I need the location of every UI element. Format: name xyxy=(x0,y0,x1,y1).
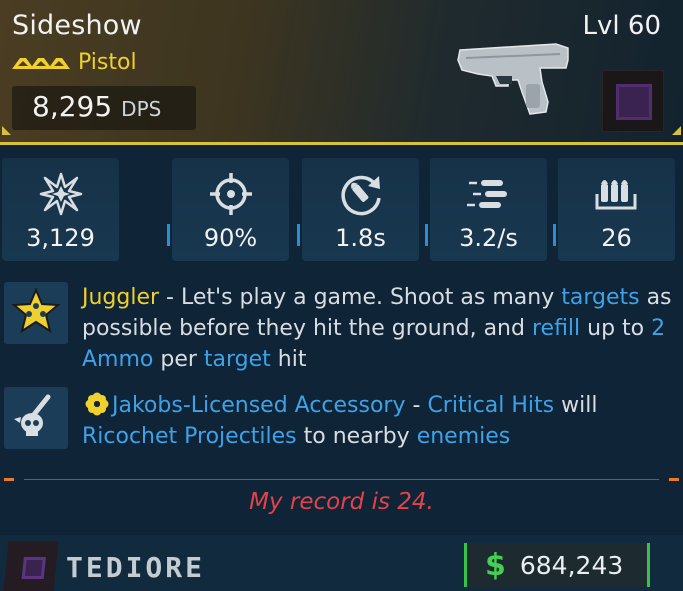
perk-keyword: refill xyxy=(531,316,581,341)
stat-value: 3.2/s xyxy=(459,224,518,252)
stat-fire-rate: 3.2/s xyxy=(430,158,547,261)
stat-divider xyxy=(425,224,428,246)
perk-icon-box xyxy=(4,387,68,449)
corner-decoration xyxy=(672,126,681,135)
stat-damage: 3,129 xyxy=(2,158,119,261)
separator-tick xyxy=(4,478,14,481)
stat-value: 26 xyxy=(601,224,632,252)
dps-box: 8,295 DPS xyxy=(12,86,196,130)
perk-text-segment: will xyxy=(554,393,598,418)
stat-value: 1.8s xyxy=(335,224,386,252)
separator-tick xyxy=(669,478,679,481)
stat-accuracy: 90% xyxy=(172,158,289,261)
reload-icon xyxy=(340,175,381,216)
fire-rate-icon xyxy=(466,180,507,208)
juggler-star-icon xyxy=(11,287,61,334)
item-header: Sideshow Pistol 8,295 DPS Lvl 60 xyxy=(0,0,683,145)
item-value: $ 684,243 xyxy=(464,543,650,587)
item-name: Sideshow xyxy=(12,10,142,41)
perk-text-segment: hit xyxy=(270,347,307,372)
perk-keyword: target xyxy=(203,347,271,372)
corner-decoration xyxy=(2,126,11,135)
perk-keyword: Jakobs-Licensed Accessory xyxy=(112,393,406,418)
stat-divider xyxy=(297,224,300,246)
perk-text-segment: - xyxy=(405,393,428,418)
stat-value: 3,129 xyxy=(26,224,95,252)
perk-icon-box xyxy=(4,282,68,344)
crosshair-accuracy-icon xyxy=(209,173,252,215)
perk-text-segment: per xyxy=(153,347,204,372)
perk-keyword: Critical Hits xyxy=(427,393,555,418)
dps-unit: DPS xyxy=(121,97,162,121)
separator xyxy=(24,479,659,480)
perk-keyword: enemies xyxy=(416,424,511,449)
skull-knife-icon xyxy=(14,394,51,436)
manufacturer-name: TEDIORE xyxy=(66,551,206,584)
perk-text-segment: - Let's play a game. Shoot as many xyxy=(159,285,562,310)
flavor-text: My record is 24. xyxy=(249,489,434,515)
legendary-rarity-icon xyxy=(12,57,70,69)
item-card: Sideshow Pistol 8,295 DPS Lvl 60 3,129 9… xyxy=(0,0,683,591)
manufacturer-logo-icon xyxy=(3,541,59,591)
stats-row: 3,129 90% 1.8s 3.2/s 26 xyxy=(0,158,683,263)
perk-text-segment: up to xyxy=(580,316,652,341)
stat-divider xyxy=(167,224,170,246)
stat-reload: 1.8s xyxy=(302,158,419,261)
perk-keyword: Juggler xyxy=(82,285,160,310)
magazine-icon xyxy=(595,180,636,210)
perk-keyword: Ricochet Projectiles xyxy=(82,424,297,449)
manufacturer-badge-icon xyxy=(602,70,664,132)
perk-text-segment: to nearby xyxy=(296,424,417,449)
stat-magazine: 26 xyxy=(558,158,675,261)
item-level: Lvl 60 xyxy=(582,11,661,41)
perk-description: Juggler - Let's play a game. Shoot as ma… xyxy=(82,282,673,375)
item-footer: TEDIORE $ 684,243 xyxy=(0,535,683,591)
perk-keyword: targets xyxy=(561,285,640,310)
accessory-flower-icon xyxy=(85,392,109,416)
currency-icon: $ xyxy=(485,547,506,583)
damage-burst-icon xyxy=(39,172,82,216)
rarity-row: Pistol xyxy=(12,50,137,75)
stat-divider xyxy=(553,224,556,246)
value-amount: 684,243 xyxy=(519,550,624,580)
weapon-type: Pistol xyxy=(78,50,137,75)
pistol-icon xyxy=(457,43,569,115)
stat-value: 90% xyxy=(203,224,258,252)
dps-value: 8,295 xyxy=(32,90,113,123)
perk-description: Jakobs-Licensed Accessory - Critical Hit… xyxy=(82,390,673,452)
